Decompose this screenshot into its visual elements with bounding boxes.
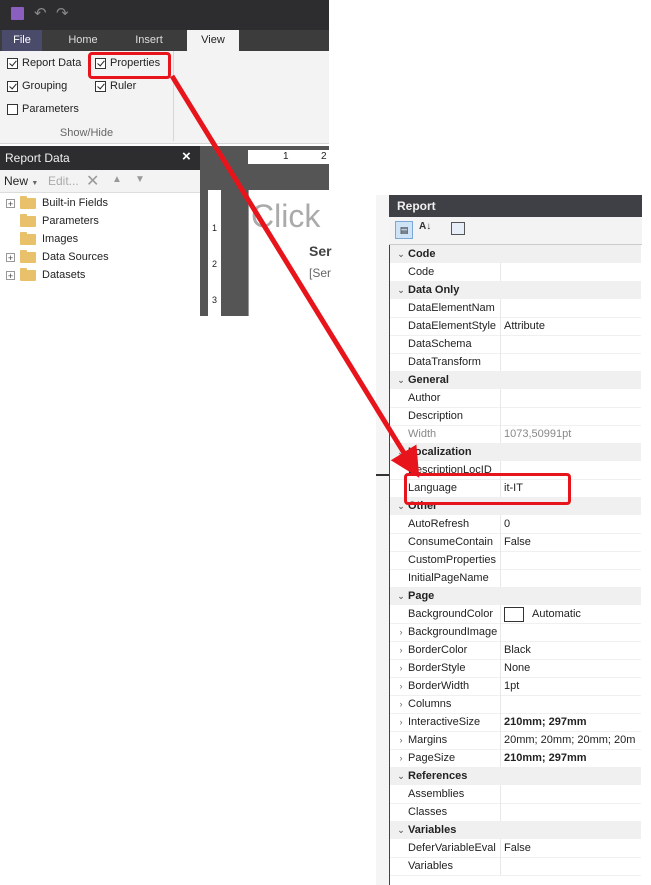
annotation-arrow: [169, 74, 420, 478]
arrow-line: [169, 74, 420, 478]
